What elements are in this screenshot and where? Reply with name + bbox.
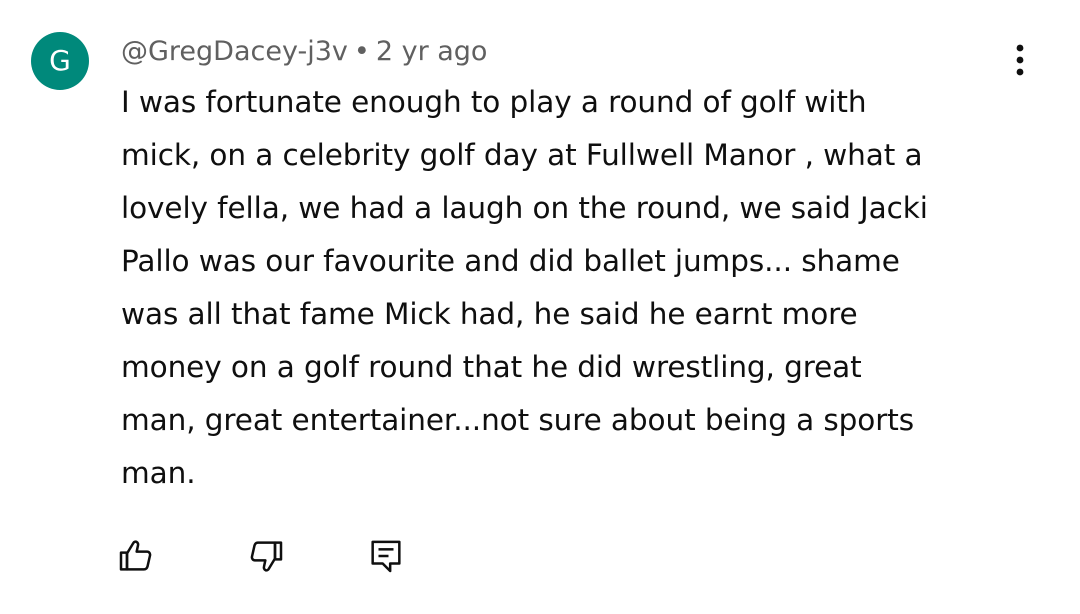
comment-text: I was fortunate enough to play a round o… (121, 85, 928, 490)
thumb-up-icon (116, 536, 156, 576)
comment-time: 2 yr ago (375, 36, 488, 67)
avatar[interactable]: G (31, 32, 89, 90)
comment-meta: @GregDacey-j3v • 2 yr ago (121, 33, 487, 71)
comment-card: G @GregDacey-j3v • 2 yr ago I was fortunat… (0, 0, 1080, 614)
comment-actions (108, 528, 414, 584)
author-handle[interactable]: @GregDacey-j3v (121, 36, 348, 67)
thumb-down-icon (246, 536, 286, 576)
reply-button[interactable] (358, 528, 414, 584)
like-button[interactable] (108, 528, 164, 584)
more-vert-icon (1015, 43, 1025, 77)
meta-separator: • (353, 36, 370, 67)
reply-comment-icon (366, 536, 406, 576)
dislike-button[interactable] (238, 528, 294, 584)
